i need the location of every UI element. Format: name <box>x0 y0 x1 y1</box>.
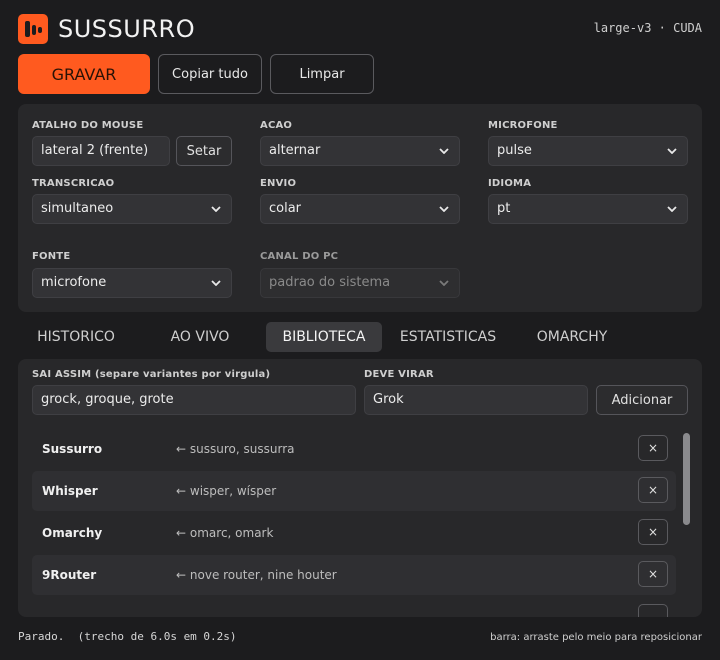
arrow-left-icon: ← <box>176 526 187 540</box>
source-select[interactable]: microfone <box>32 268 232 298</box>
microphone-label: MICROFONE <box>488 120 558 131</box>
transcription-label: TRANSCRICAO <box>32 178 115 189</box>
list-item: Omarchy ← omarc, omark × <box>32 513 676 553</box>
arrow-left-icon: ← <box>176 568 187 582</box>
status-text: Parado. (trecho de 6.0s em 0.2s) <box>18 630 237 643</box>
transcription-value: simultaneo <box>41 201 114 216</box>
tab-omarchy[interactable]: OMARCHY <box>514 322 630 352</box>
entry-variants: ← nove router, nine houter <box>176 568 337 582</box>
tab-ao-vivo[interactable]: AO VIVO <box>142 322 258 352</box>
library-scrollbar[interactable] <box>683 433 690 525</box>
pc-channel-select: padrao do sistema <box>260 268 460 298</box>
list-item: Sussurro ← sussuro, sussurra × <box>32 429 676 469</box>
copy-all-button[interactable]: Copiar tudo <box>158 54 262 94</box>
chevron-down-icon <box>667 148 677 154</box>
action-value: alternar <box>269 143 321 158</box>
close-icon: × <box>647 525 659 539</box>
entry-variants: ← sussuro, sussurra <box>176 442 295 456</box>
entry-word: Sussurro <box>42 442 103 456</box>
source-label: FONTE <box>32 251 71 262</box>
action-select[interactable]: alternar <box>260 136 460 166</box>
close-icon: × <box>647 483 659 497</box>
send-value: colar <box>269 201 302 216</box>
tab-biblioteca[interactable]: BIBLIOTECA <box>266 322 382 352</box>
pc-channel-label: CANAL DO PC <box>260 251 339 262</box>
delete-entry-button[interactable]: × <box>638 477 668 503</box>
source-value: microfone <box>41 275 107 290</box>
microphone-value: pulse <box>497 143 532 158</box>
set-shortcut-button[interactable]: Setar <box>176 136 232 166</box>
waveform-logo-icon <box>18 14 48 44</box>
add-button[interactable]: Adicionar <box>596 385 688 415</box>
delete-entry-button[interactable]: × <box>638 519 668 545</box>
language-select[interactable]: pt <box>488 194 688 224</box>
model-info: large-v3 · CUDA <box>593 21 702 35</box>
entry-word: 9Router <box>42 568 97 582</box>
chevron-down-icon <box>667 206 677 212</box>
action-label: ACAO <box>260 120 293 131</box>
tab-estatisticas[interactable]: ESTATISTICAS <box>390 322 506 352</box>
variants-label: SAI ASSIM (separe variantes por virgula) <box>32 369 271 380</box>
app-header: SUSSURRO large-v3 · CUDA <box>18 14 702 44</box>
clear-button[interactable]: Limpar <box>270 54 374 94</box>
chevron-down-icon <box>211 206 221 212</box>
target-label: DEVE VIRAR <box>364 369 434 380</box>
arrow-left-icon: ← <box>176 442 187 456</box>
list-item: 9Router ← nove router, nine houter × <box>32 555 676 595</box>
entry-word: Whisper <box>42 484 98 498</box>
arrow-left-icon: ← <box>176 484 187 498</box>
app-title: SUSSURRO <box>58 15 196 43</box>
delete-entry-button[interactable]: × <box>638 561 668 587</box>
chevron-down-icon <box>439 280 449 286</box>
mouse-shortcut-field[interactable]: lateral 2 (frente) <box>32 136 170 166</box>
entry-word: Omarchy <box>42 526 103 540</box>
close-icon: × <box>647 567 659 581</box>
transcription-select[interactable]: simultaneo <box>32 194 232 224</box>
delete-entry-button[interactable]: × <box>638 435 668 461</box>
mouse-shortcut-label: ATALHO DO MOUSE <box>32 120 144 131</box>
send-label: ENVIO <box>260 178 297 189</box>
chevron-down-icon <box>211 280 221 286</box>
list-item: Whisper ← wisper, wísper × <box>32 471 676 511</box>
delete-entry-button[interactable] <box>638 604 668 617</box>
target-input[interactable]: Grok <box>364 385 588 415</box>
chevron-down-icon <box>439 206 449 212</box>
chevron-down-icon <box>439 148 449 154</box>
status-hint: barra: arraste pelo meio para reposicion… <box>490 632 702 643</box>
record-button[interactable]: GRAVAR <box>18 54 150 94</box>
language-label: IDIOMA <box>488 178 532 189</box>
send-select[interactable]: colar <box>260 194 460 224</box>
pc-channel-value: padrao do sistema <box>269 275 391 290</box>
tab-historico[interactable]: HISTORICO <box>18 322 134 352</box>
variants-input[interactable]: grock, groque, grote <box>32 385 356 415</box>
entry-variants: ← omarc, omark <box>176 526 274 540</box>
language-value: pt <box>497 201 511 216</box>
microphone-select[interactable]: pulse <box>488 136 688 166</box>
close-icon: × <box>647 441 659 455</box>
entry-variants: ← wisper, wísper <box>176 484 277 498</box>
